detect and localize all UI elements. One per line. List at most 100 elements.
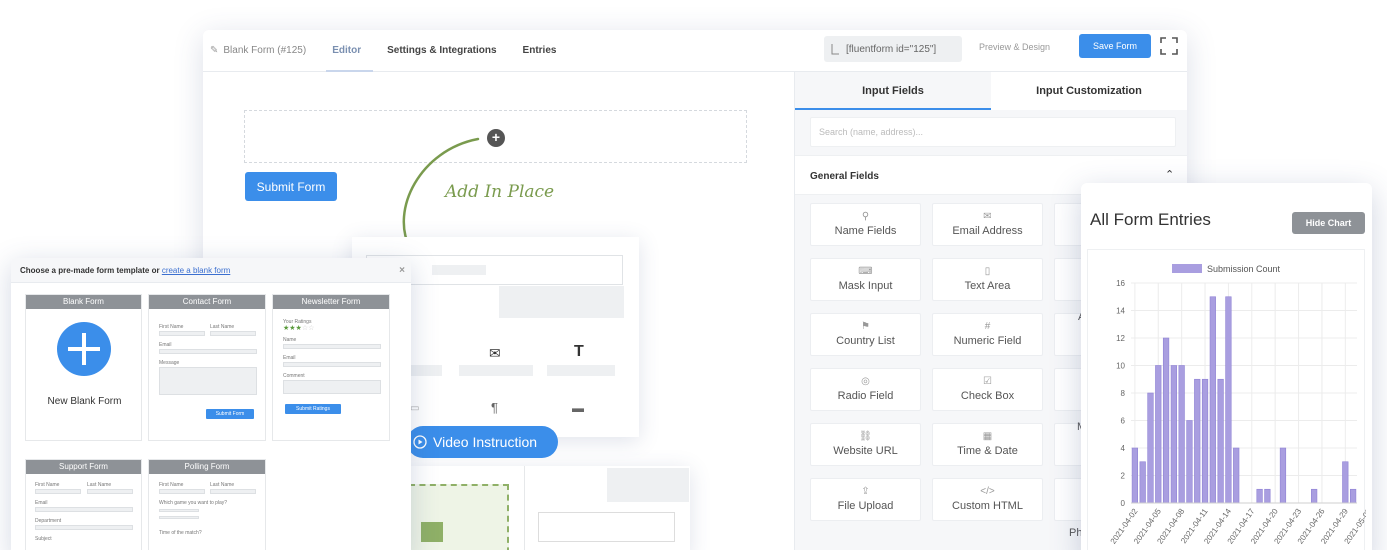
hide-chart-button[interactable]: Hide Chart (1292, 212, 1365, 234)
stage: ✎ Blank Form (#125) Editor Settings & In… (0, 0, 1387, 550)
close-icon[interactable]: × (399, 258, 405, 283)
bar (1147, 392, 1154, 504)
field-label: Last Name (210, 482, 235, 488)
layout-popup (409, 466, 690, 550)
template-heading: Choose a pre-made form template or (20, 266, 162, 275)
field-select (35, 525, 133, 530)
bar (1155, 365, 1162, 504)
y-tick-label: 4 (1121, 444, 1126, 453)
form-entries-chart-panel: All Form Entries Hide Chart Submission C… (1081, 183, 1372, 550)
template-submit-button: Submit Ratings (285, 404, 341, 414)
template-card-title: Newsletter Form (273, 295, 389, 309)
field-label: Subject (35, 536, 52, 542)
field-label: Name (283, 337, 297, 343)
picker-placeholder (432, 265, 486, 275)
bar (1225, 296, 1232, 504)
template-card-title: Support Form (26, 460, 141, 474)
field-input (210, 331, 256, 336)
template-card-title: Polling Form (149, 460, 265, 474)
text-icon[interactable]: T (574, 343, 584, 361)
field-label: Email (159, 342, 172, 348)
bar (1349, 488, 1357, 504)
new-blank-form-label: New Blank Form (47, 396, 122, 407)
picker-tab (499, 286, 624, 318)
y-tick-label: 14 (1116, 307, 1125, 316)
field-input (159, 349, 257, 354)
paragraph-icon[interactable]: ¶ (491, 400, 498, 415)
image-icon[interactable]: ▭ (410, 403, 419, 414)
field-label: Message (159, 360, 180, 366)
chart-panel-title: All Form Entries (1090, 210, 1211, 229)
card-icon[interactable]: ▬ (572, 401, 584, 415)
bar (1279, 447, 1287, 504)
picker-label (547, 365, 615, 376)
bar (1201, 378, 1209, 504)
bar (1178, 365, 1185, 504)
y-tick-label: 16 (1116, 279, 1125, 288)
template-chooser-header: Choose a pre-made form template or creat… (11, 258, 411, 283)
field-label: Time of the match? (159, 530, 202, 536)
drag-handle[interactable] (421, 522, 443, 542)
bar (1170, 365, 1177, 504)
field-input (159, 331, 205, 336)
template-card-newsletter[interactable]: Newsletter Form Your Ratings ★★★☆☆ Name … (272, 294, 390, 441)
field-input (35, 489, 81, 494)
plus-circle-icon (57, 322, 111, 376)
template-card-polling[interactable]: Polling Form First Name Last Name Which … (148, 459, 266, 550)
bar (1186, 420, 1193, 504)
field-label: Last Name (87, 482, 112, 488)
picker-label (459, 365, 533, 376)
field-textarea (159, 367, 257, 395)
field-input (283, 362, 381, 367)
email-icon[interactable]: ✉ (489, 345, 501, 362)
bar (1162, 337, 1170, 504)
bar (1217, 378, 1224, 504)
bar (1194, 378, 1201, 504)
template-chooser-modal: Choose a pre-made form template or creat… (11, 258, 411, 550)
y-tick-label: 12 (1116, 334, 1125, 343)
divider (524, 466, 525, 550)
y-tick-label: 8 (1121, 389, 1126, 398)
submission-chart: Submission Count02468101214162021-04-022… (1109, 264, 1372, 546)
legend-swatch (1172, 264, 1202, 273)
template-card-title: Blank Form (26, 295, 141, 309)
field-label: Which game you want to play? (159, 500, 228, 506)
bar (1209, 296, 1216, 504)
field-label: First Name (159, 324, 184, 330)
field-label: First Name (159, 482, 184, 488)
bar (1264, 488, 1271, 504)
template-card-blank[interactable]: Blank Form New Blank Form (25, 294, 142, 441)
field-option (159, 509, 199, 512)
field-label: Comment (283, 373, 305, 379)
create-blank-form-link[interactable]: create a blank form (162, 266, 230, 275)
layout-block (607, 468, 689, 502)
field-input (35, 507, 133, 512)
field-input (87, 489, 133, 494)
field-label: Email (283, 355, 296, 361)
y-tick-label: 6 (1121, 417, 1126, 426)
video-instruction-button[interactable]: Video Instruction (407, 426, 558, 458)
field-label: First Name (35, 482, 60, 488)
field-label: Department (35, 518, 62, 524)
layout-input[interactable] (538, 512, 675, 542)
template-card-support[interactable]: Support Form First Name Last Name Email … (25, 459, 142, 550)
rating-stars: ★★★☆☆ (283, 325, 315, 332)
y-tick-label: 10 (1116, 362, 1125, 371)
bar (1233, 447, 1240, 504)
bar (1342, 461, 1349, 504)
template-card-contact[interactable]: Contact Form First Name Last Name Email … (148, 294, 266, 441)
field-input (159, 489, 205, 494)
bar (1131, 447, 1139, 504)
field-input (210, 489, 256, 494)
bar (1311, 488, 1318, 504)
field-textarea (283, 380, 381, 394)
field-label: Last Name (210, 324, 235, 330)
field-input (283, 344, 381, 349)
y-tick-label: 0 (1121, 499, 1126, 508)
bar (1256, 488, 1263, 504)
y-tick-label: 2 (1121, 472, 1126, 481)
template-submit-button: Submit Form (206, 409, 254, 419)
legend-label: Submission Count (1207, 264, 1281, 274)
field-option (159, 516, 199, 519)
template-card-title: Contact Form (149, 295, 265, 309)
